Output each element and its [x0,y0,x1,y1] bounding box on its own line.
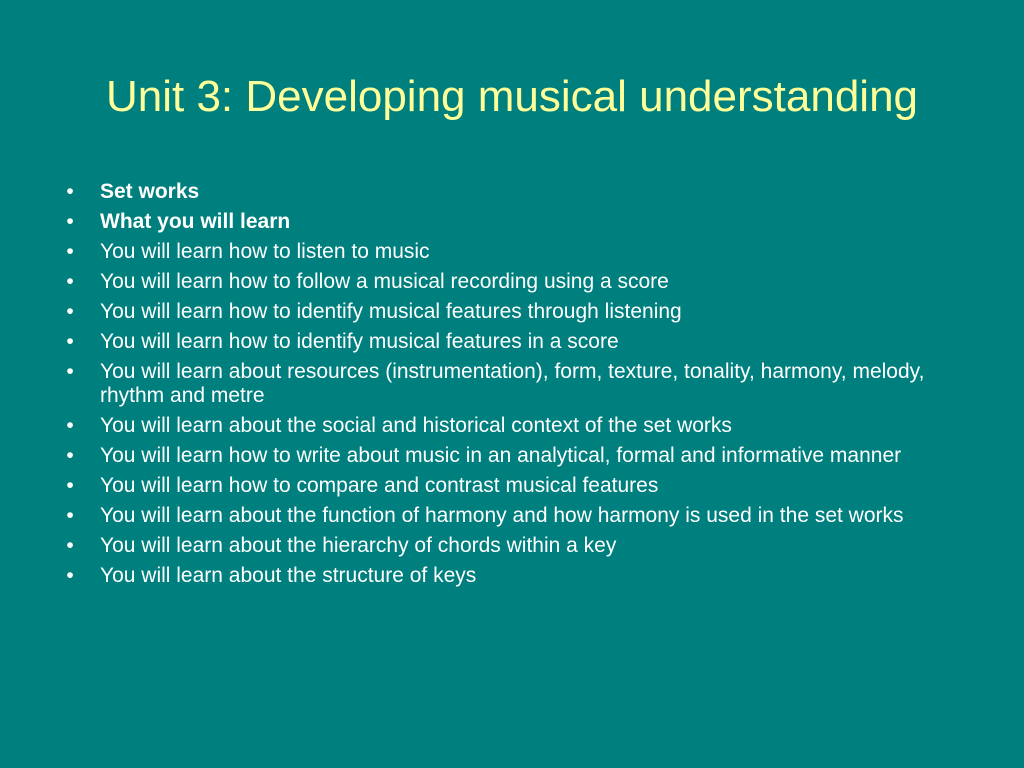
list-item-text: You will learn how to identify musical f… [100,300,682,323]
list-item: • You will learn how to identify musical … [60,330,960,354]
list-item-text: You will learn about the social and hist… [100,414,732,437]
bullet-icon: • [66,240,74,263]
bullet-icon: • [66,474,74,497]
list-item: • You will learn how to follow a musical … [60,270,960,294]
list-item: • You will learn how to listen to music [60,240,960,264]
bullet-icon: • [66,414,74,437]
list-item: • You will learn how to compare and contr… [60,474,960,498]
list-item: • Set works [60,180,960,204]
bullet-icon: • [66,534,74,557]
list-item-text: You will learn about resources (instrume… [100,360,925,407]
list-item: • You will learn about the function of ha… [60,504,960,528]
slide: Unit 3: Developing musical understanding… [0,0,1024,768]
list-item-text: Set works [100,180,200,203]
list-item: • You will learn about the social and his… [60,414,960,438]
list-item: • You will learn about the hierarchy of c… [60,534,960,558]
list-item-text: You will learn about the hierarchy of ch… [100,534,617,557]
bullet-icon: • [66,564,74,587]
bullet-icon: • [66,210,74,233]
bullet-icon: • [66,360,74,383]
list-item-text: You will learn about the function of har… [100,504,904,527]
bullet-icon: • [66,330,74,353]
bullet-icon: • [66,270,74,293]
list-item: • You will learn about the structure of k… [60,564,960,588]
list-item: • You will learn how to write about music… [60,444,960,468]
slide-title: Unit 3: Developing musical understanding [105,72,919,121]
list-item-text: You will learn how to write about music … [100,444,902,467]
bullet-list: • Set works • What you will learn • You wil… [60,180,960,594]
list-item-text: You will learn how to follow a musical r… [100,270,669,293]
list-item: • You will learn about resources (instrum… [60,360,960,408]
list-item: • You will learn how to identify musical … [60,300,960,324]
list-item-text: You will learn how to identify musical f… [100,330,619,353]
list-item: • What you will learn [60,210,960,234]
list-item-text: You will learn about the structure of ke… [100,564,477,587]
bullet-icon: • [66,180,74,203]
list-item-text: You will learn how to listen to music [100,240,430,263]
list-item-text: You will learn how to compare and contra… [100,474,659,497]
bullet-icon: • [66,300,74,323]
bullet-icon: • [66,504,74,527]
bullet-icon: • [66,444,74,467]
list-item-text: What you will learn [100,210,291,233]
